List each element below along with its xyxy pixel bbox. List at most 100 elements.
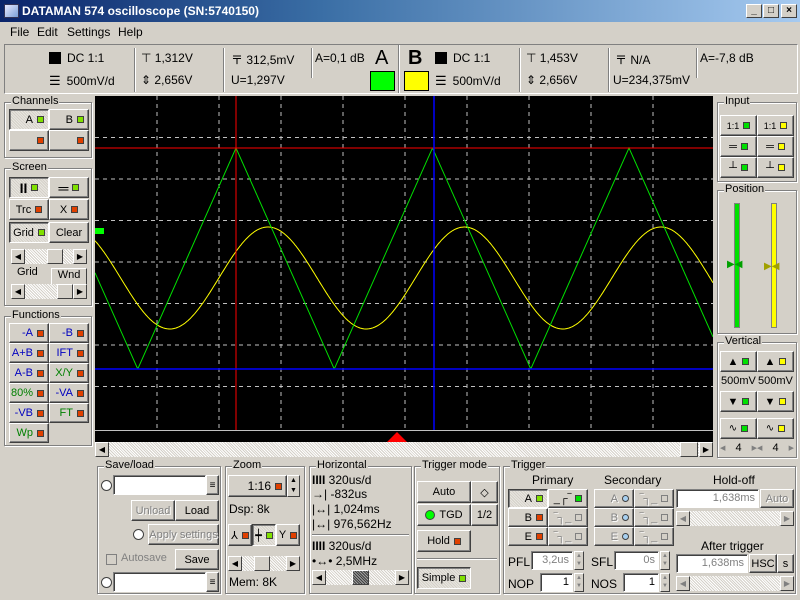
secondary-edge-2[interactable]: ‾┐_ xyxy=(634,508,674,527)
apply-settings-radio[interactable] xyxy=(133,529,144,540)
menu-settings[interactable]: Settings xyxy=(67,25,110,39)
holdoff-slider[interactable]: ◀ ▶ xyxy=(676,511,794,526)
auto-button[interactable]: Auto xyxy=(417,481,471,503)
channel-b-average-button[interactable]: ∿ xyxy=(757,418,794,439)
edge-mode-button[interactable]: ◇ xyxy=(471,481,498,503)
scroll-left-icon[interactable]: ◀ xyxy=(676,576,690,591)
slider-thumb[interactable] xyxy=(57,284,73,299)
scroll-right-icon[interactable]: ▶ xyxy=(73,249,87,264)
pfl-spinner[interactable]: ▲ ▼ xyxy=(574,551,584,570)
channel-a-scale-up[interactable]: ▲ xyxy=(720,351,757,372)
zoom-center-anchor-button[interactable]: ┿ xyxy=(252,524,276,546)
after-trigger-input[interactable]: 1,638ms xyxy=(676,554,748,573)
x-button[interactable]: X xyxy=(49,199,89,220)
pfl-input[interactable]: 3,2us xyxy=(531,551,573,570)
channel-b-position-handle[interactable]: ▶◀ xyxy=(764,261,779,272)
nop-spinner[interactable]: ▲ ▼ xyxy=(574,573,584,592)
scroll-right-icon[interactable]: ▶ xyxy=(780,576,794,591)
function-button[interactable]: IFT xyxy=(49,343,89,363)
pause-button[interactable]: II xyxy=(9,177,49,198)
zoom-right-anchor-button[interactable]: Y xyxy=(276,524,300,546)
secondary-source-b[interactable]: B xyxy=(594,508,634,527)
hold-button[interactable]: Hold xyxy=(417,530,471,552)
function-button[interactable]: A-B xyxy=(9,363,49,383)
channel-b-color-swatch[interactable] xyxy=(404,71,429,91)
function-button[interactable]: A+B xyxy=(9,343,49,363)
scroll-thumb[interactable] xyxy=(680,442,698,457)
tgd-button[interactable]: TGD xyxy=(417,504,471,526)
function-button[interactable]: -VA xyxy=(49,383,89,403)
scroll-left-icon[interactable]: ◀ xyxy=(676,511,690,526)
function-button[interactable]: 80% xyxy=(9,383,49,403)
primary-source-a[interactable]: A xyxy=(508,489,548,508)
close-button[interactable]: × xyxy=(781,4,797,18)
trigger-position-marker[interactable] xyxy=(387,432,407,442)
window-slider[interactable]: ◀ ▶ xyxy=(11,284,87,299)
grid-button[interactable]: Grid xyxy=(9,222,49,243)
file1-browse-button[interactable]: ≡ xyxy=(206,475,219,495)
function-button[interactable]: -VB xyxy=(9,403,49,423)
horizontal-scrollbar[interactable]: ◀ ▶ xyxy=(95,442,713,457)
channel-b-dc-button[interactable]: ═ xyxy=(757,136,794,157)
scroll-right-icon[interactable]: ▶ xyxy=(789,444,794,452)
channel-b-scale-down[interactable]: ▼ xyxy=(757,391,794,412)
zoom-spinner[interactable]: ▲ ▼ xyxy=(287,475,300,497)
half-button[interactable]: 1/2 xyxy=(471,504,498,526)
channel-a-average-stepper[interactable]: ◀ 4 ▶ xyxy=(720,441,757,454)
scroll-left-icon[interactable]: ◀ xyxy=(11,249,25,264)
secondary-edge-3[interactable]: ‾┐_ xyxy=(634,527,674,546)
scroll-right-icon[interactable]: ▶ xyxy=(780,511,794,526)
save-button[interactable]: Save xyxy=(175,549,219,570)
file2-input[interactable] xyxy=(113,572,206,592)
menu-help[interactable]: Help xyxy=(118,25,143,39)
tab-grid[interactable]: Grid xyxy=(17,266,38,278)
channel-b-average-stepper[interactable]: ◀ 4 ▶ xyxy=(757,441,794,454)
zoom-ratio-button[interactable]: 1:16 xyxy=(228,475,287,497)
sfl-spinner[interactable]: ▲ ▼ xyxy=(660,551,670,570)
scroll-right-icon[interactable]: ▶ xyxy=(286,556,300,571)
channel-a-toggle[interactable]: A xyxy=(9,109,49,130)
clear-button[interactable]: Clear xyxy=(49,222,89,243)
scroll-right-icon[interactable]: ▶ xyxy=(73,284,87,299)
load-button[interactable]: Load xyxy=(175,500,219,521)
function-button[interactable]: X/Y xyxy=(49,363,89,383)
primary-edge-rising[interactable]: _┌‾ xyxy=(548,489,588,508)
scroll-left-icon[interactable]: ◀ xyxy=(11,284,25,299)
zoom-position-slider[interactable]: ◀ ▶ xyxy=(228,556,300,571)
autosave-checkbox[interactable] xyxy=(106,554,117,565)
seconds-unit-button[interactable]: s xyxy=(777,554,794,573)
unload-button[interactable]: Unload xyxy=(131,500,175,521)
channel-a-scale-down[interactable]: ▼ xyxy=(720,391,757,412)
nop-input[interactable]: 1 xyxy=(540,573,573,592)
channel-b-scale-up[interactable]: ▲ xyxy=(757,351,794,372)
nos-spinner[interactable]: ▲ ▼ xyxy=(660,573,670,592)
channel-a-option-button[interactable] xyxy=(9,130,49,151)
scroll-left-icon[interactable]: ◀ xyxy=(228,556,242,571)
scroll-left-icon[interactable]: ◀ xyxy=(720,444,725,452)
file2-browse-button[interactable]: ≡ xyxy=(206,572,219,592)
channel-a-dc-button[interactable]: ═ xyxy=(720,136,757,157)
primary-source-e[interactable]: E xyxy=(508,527,548,546)
primary-edge-falling[interactable]: ‾┐_ xyxy=(548,508,588,527)
function-button[interactable]: Wp xyxy=(9,423,49,443)
channel-b-toggle[interactable]: B xyxy=(49,109,89,130)
slider-thumb[interactable] xyxy=(254,556,270,571)
file2-radio[interactable] xyxy=(101,577,112,588)
channel-a-ground-button[interactable]: ┴ xyxy=(720,157,757,178)
function-button[interactable]: FT xyxy=(49,403,89,423)
maximize-button[interactable]: □ xyxy=(763,4,779,18)
holdoff-auto-button[interactable]: Auto xyxy=(760,489,794,508)
scroll-right-icon[interactable]: ▶ xyxy=(699,442,713,457)
menu-file[interactable]: File xyxy=(10,25,29,39)
channel-a-position-handle[interactable]: ▶◀ xyxy=(727,259,742,270)
menu-edit[interactable]: Edit xyxy=(37,25,58,39)
hsc-button[interactable]: HSC xyxy=(749,554,777,573)
timebase-slider[interactable]: ◀ ▶ xyxy=(312,570,409,585)
channel-a-ground-marker[interactable] xyxy=(95,228,104,234)
oscilloscope-display[interactable] xyxy=(95,96,713,430)
primary-edge-other[interactable]: ‾┐_ xyxy=(548,527,588,546)
after-trigger-slider[interactable]: ◀ ▶ xyxy=(676,576,794,591)
channel-b-ground-button[interactable]: ┴ xyxy=(757,157,794,178)
channel-b-ratio-button[interactable]: 1:1 xyxy=(757,115,794,136)
function-button[interactable]: -B xyxy=(49,323,89,343)
